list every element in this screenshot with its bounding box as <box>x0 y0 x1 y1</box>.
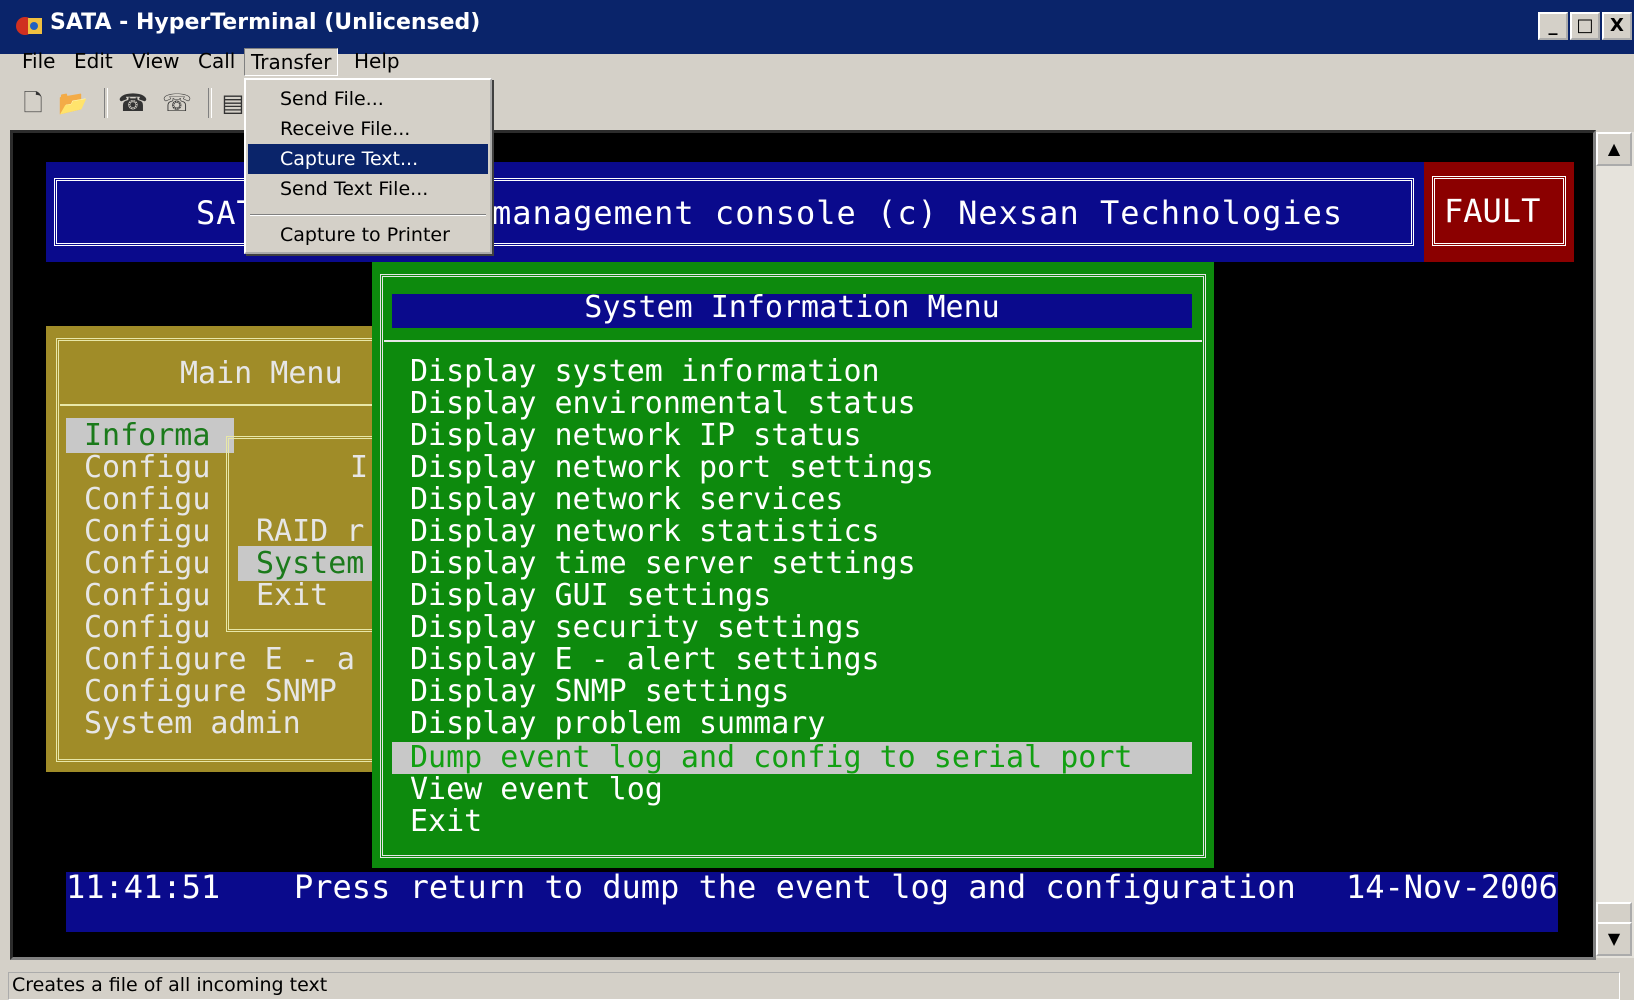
submenu-item[interactable]: Exit <box>256 578 328 613</box>
status-bar-text: Creates a file of all incoming text <box>12 974 328 996</box>
system-info-menu-item[interactable]: Display time server settings <box>410 548 916 580</box>
submenu-title: I <box>350 450 369 485</box>
status-bar: Creates a file of all incoming text <box>0 968 1634 1000</box>
main-menu-item[interactable]: Configu <box>84 450 210 485</box>
close-button[interactable]: X <box>1602 12 1632 40</box>
menu-view[interactable]: View <box>126 48 185 74</box>
system-info-menu-item[interactable]: Exit <box>410 806 482 838</box>
menu-edit[interactable]: Edit <box>68 48 119 74</box>
main-menu-item[interactable]: System admin <box>84 706 301 741</box>
system-info-menu-item[interactable]: Display SNMP settings <box>410 676 789 708</box>
disconnect-icon[interactable]: ☎ <box>116 86 150 120</box>
system-info-menu-item[interactable]: Display network statistics <box>410 516 880 548</box>
minimize-button[interactable]: _ <box>1538 12 1568 40</box>
maximize-button[interactable]: □ <box>1570 12 1600 40</box>
main-menu-item[interactable]: Configu <box>84 578 210 613</box>
window-title: SATA - HyperTerminal (Unlicensed) <box>50 10 481 35</box>
system-info-menu-item[interactable]: View event log <box>410 774 663 806</box>
hyperterminal-icon <box>16 17 42 35</box>
system-info-menu-item[interactable]: Display environmental status <box>410 388 916 420</box>
system-info-menu-title: System Information Menu <box>584 290 1000 325</box>
system-info-menu-item[interactable]: Display security settings <box>410 612 862 644</box>
system-info-menu-divider <box>384 340 1202 342</box>
main-menu-item[interactable]: Configu <box>84 514 210 549</box>
menu-call[interactable]: Call <box>192 48 241 74</box>
menu-help[interactable]: Help <box>348 48 406 74</box>
menu-bar: File Edit View Call Transfer Help <box>0 46 1634 76</box>
toolbar-separator <box>104 88 108 118</box>
main-menu-item[interactable]: Configu <box>84 482 210 517</box>
menu-file[interactable]: File <box>16 48 61 74</box>
main-menu-item[interactable]: Configu <box>84 546 210 581</box>
vertical-scrollbar[interactable]: ▲ ▼ <box>1596 132 1634 958</box>
fault-label: FAULT <box>1444 192 1541 230</box>
main-menu-item[interactable]: Configure SNMP <box>84 674 337 709</box>
scroll-down-icon[interactable]: ▼ <box>1596 922 1632 956</box>
menu-item-send-file[interactable]: Send File... <box>248 84 488 114</box>
transfer-dropdown-menu: Send File... Receive File... Capture Tex… <box>244 78 492 254</box>
toolbar-separator <box>208 88 212 118</box>
menu-item-capture-text[interactable]: Capture Text... <box>248 144 488 174</box>
system-info-menu-item[interactable]: Display GUI settings <box>410 580 771 612</box>
new-icon[interactable]: 🗋 <box>16 86 50 120</box>
menu-item-capture-to-printer[interactable]: Capture to Printer <box>248 220 488 250</box>
menu-item-receive-file[interactable]: Receive File... <box>248 114 488 144</box>
scroll-up-icon[interactable]: ▲ <box>1596 132 1632 166</box>
menu-item-send-text-file[interactable]: Send Text File... <box>248 174 488 204</box>
terminal-date: 14-Nov-2006 <box>1346 868 1558 906</box>
menu-transfer[interactable]: Transfer <box>244 48 339 76</box>
terminal-clock: 11:41:51 <box>66 868 221 906</box>
console-header-text-tail: management console (c) Nexsan Technologi… <box>492 194 1344 232</box>
main-menu-item[interactable]: Configure E - a <box>84 642 355 677</box>
system-info-menu-item[interactable]: Display system information <box>410 356 880 388</box>
terminal-status-message: Press return to dump the event log and c… <box>294 868 1296 906</box>
main-menu-title: Main Menu <box>180 356 343 391</box>
main-menu-item[interactable]: Configu <box>84 610 210 645</box>
properties-icon[interactable]: ☏ <box>160 86 194 120</box>
main-menu-item[interactable]: Informa <box>66 418 234 453</box>
system-info-menu-item[interactable]: Display network IP status <box>410 420 862 452</box>
system-info-menu-item[interactable]: Display network services <box>410 484 843 516</box>
system-info-menu-item[interactable]: Display network port settings <box>410 452 934 484</box>
open-icon[interactable]: 📂 <box>56 86 90 120</box>
system-info-menu-item[interactable]: Display problem summary <box>410 708 825 740</box>
submenu-item[interactable]: RAID r <box>256 514 364 549</box>
system-info-menu-item[interactable]: Display E - alert settings <box>410 644 880 676</box>
menu-separator <box>250 214 486 216</box>
system-info-menu-item-selected[interactable]: Dump event log and config to serial port <box>392 742 1192 774</box>
